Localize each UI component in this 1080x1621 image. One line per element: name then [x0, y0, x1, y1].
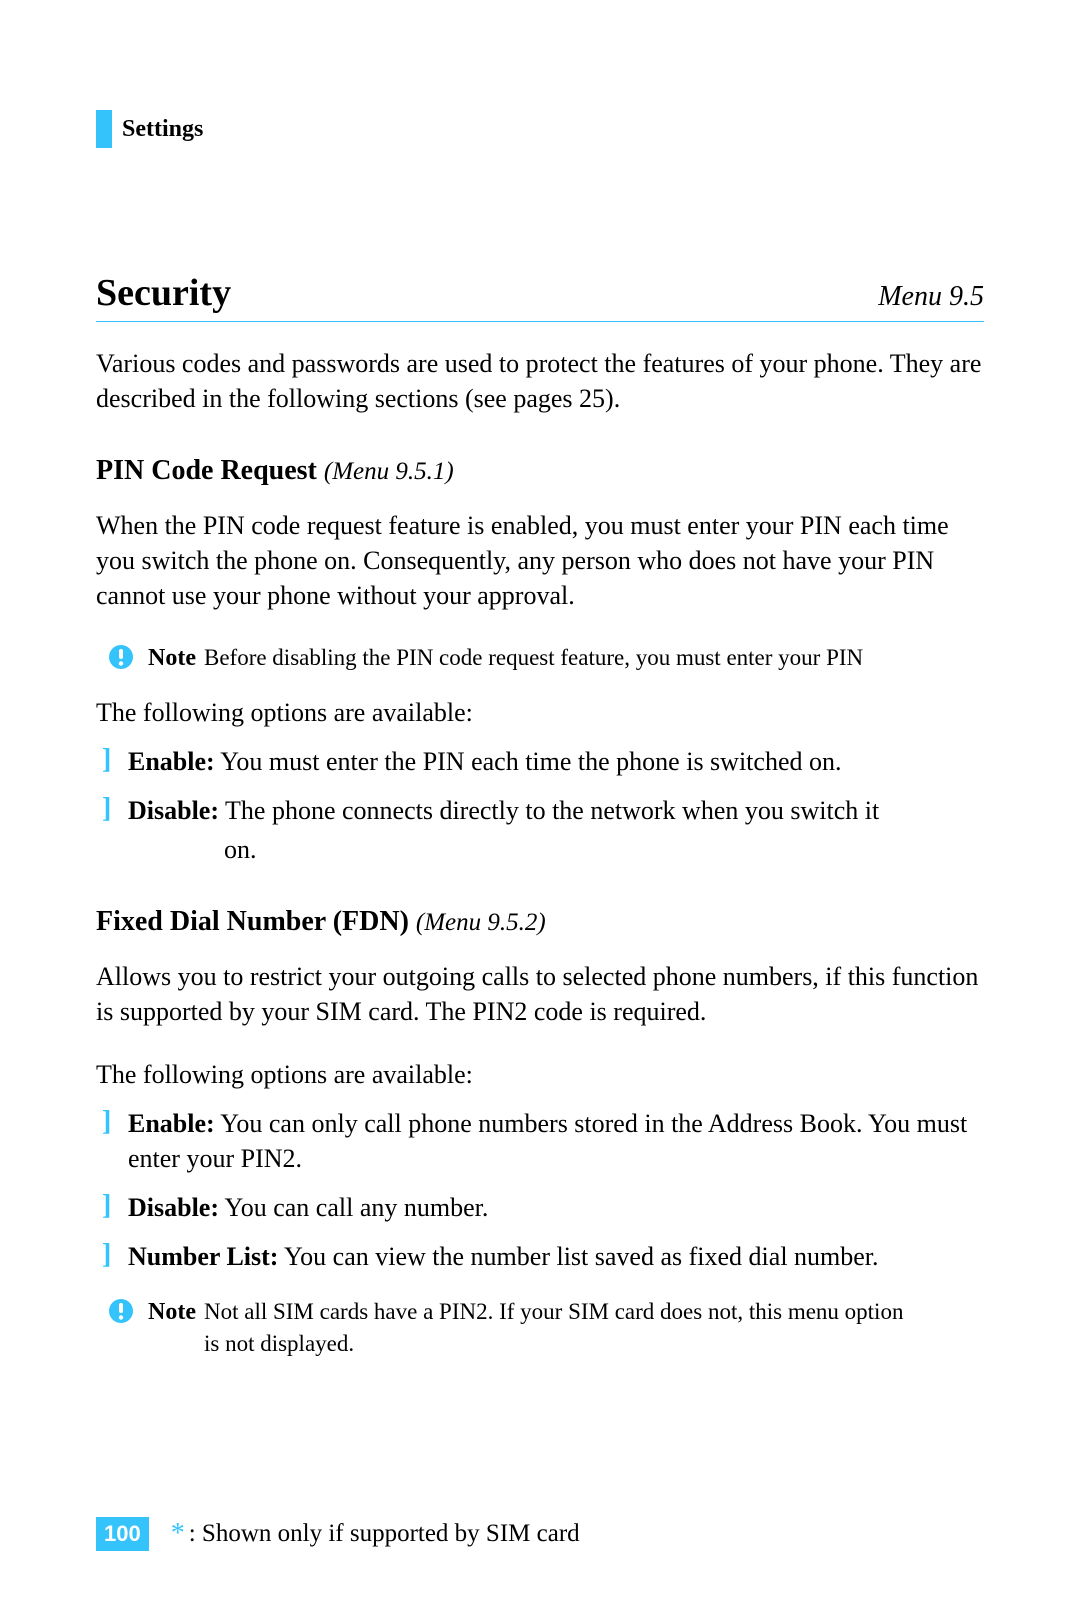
- option-label: Enable:: [128, 1109, 215, 1138]
- pin-heading: PIN Code Request (Menu 9.5.1): [96, 452, 984, 490]
- title-row: Security Menu 9.5: [96, 268, 984, 322]
- option-text: You can call any number.: [219, 1193, 488, 1222]
- alert-icon: [108, 1298, 134, 1333]
- pin-note: Note Before disabling the PIN code reque…: [108, 642, 984, 679]
- footnote-star-icon: *: [171, 1518, 185, 1550]
- fdn-heading: Fixed Dial Number (FDN) (Menu 9.5.2): [96, 903, 984, 941]
- note-text: Not all SIM cards have a PIN2. If your S…: [204, 1296, 924, 1358]
- document-page: Settings Security Menu 9.5 Various codes…: [0, 0, 1080, 1621]
- page-title: Security: [96, 268, 231, 319]
- fdn-menu-ref: (Menu 9.5.2): [416, 909, 546, 936]
- bullet-icon: ]: [102, 1192, 128, 1220]
- section-header: Settings: [96, 110, 984, 148]
- option-text-cont: on.: [224, 832, 984, 867]
- page-footer: 100 * : Shown only if supported by SIM c…: [96, 1517, 580, 1551]
- pin-options-list: ] Enable: You must enter the PIN each ti…: [96, 744, 984, 867]
- option-label: Disable:: [128, 796, 219, 825]
- accent-bar-icon: [96, 110, 112, 148]
- pin-options-intro: The following options are available:: [96, 695, 984, 730]
- option-text: You can only call phone numbers stored i…: [128, 1109, 967, 1173]
- fdn-heading-text: Fixed Dial Number (FDN): [96, 906, 409, 937]
- section-label: Settings: [122, 113, 203, 145]
- pin-menu-ref: (Menu 9.5.1): [324, 458, 454, 485]
- bullet-icon: ]: [102, 795, 128, 823]
- fdn-options-list: ] Enable: You can only call phone number…: [96, 1106, 984, 1274]
- bullet-icon: ]: [102, 1241, 128, 1269]
- option-text: The phone connects directly to the netwo…: [219, 796, 879, 825]
- fdn-options-intro: The following options are available:: [96, 1057, 984, 1092]
- list-item: ] Enable: You can only call phone number…: [102, 1106, 984, 1176]
- note-text: Before disabling the PIN code request fe…: [204, 642, 863, 673]
- bullet-icon: ]: [102, 746, 128, 774]
- bullet-icon: ]: [102, 1108, 128, 1136]
- footnote-text: : Shown only if supported by SIM card: [189, 1520, 580, 1548]
- pin-body: When the PIN code request feature is ena…: [96, 508, 984, 613]
- alert-icon: [108, 644, 134, 679]
- list-item: ] Enable: You must enter the PIN each ti…: [102, 744, 984, 779]
- menu-ref: Menu 9.5: [878, 278, 984, 316]
- fdn-body: Allows you to restrict your outgoing cal…: [96, 959, 984, 1029]
- option-text: You must enter the PIN each time the pho…: [215, 747, 842, 776]
- pin-heading-text: PIN Code Request: [96, 455, 317, 486]
- page-number: 100: [96, 1517, 149, 1551]
- list-item: ] Number List: You can view the number l…: [102, 1239, 984, 1274]
- option-label: Disable:: [128, 1193, 219, 1222]
- fdn-note: Note Not all SIM cards have a PIN2. If y…: [108, 1296, 984, 1358]
- note-label: Note: [148, 642, 196, 674]
- list-item: ] Disable: You can call any number.: [102, 1190, 984, 1225]
- intro-paragraph: Various codes and passwords are used to …: [96, 346, 984, 416]
- option-label: Enable:: [128, 747, 215, 776]
- note-label: Note: [148, 1296, 196, 1328]
- option-label: Number List:: [128, 1242, 278, 1271]
- option-text: You can view the number list saved as fi…: [278, 1242, 878, 1271]
- list-item: ] Disable: The phone connects directly t…: [102, 793, 984, 867]
